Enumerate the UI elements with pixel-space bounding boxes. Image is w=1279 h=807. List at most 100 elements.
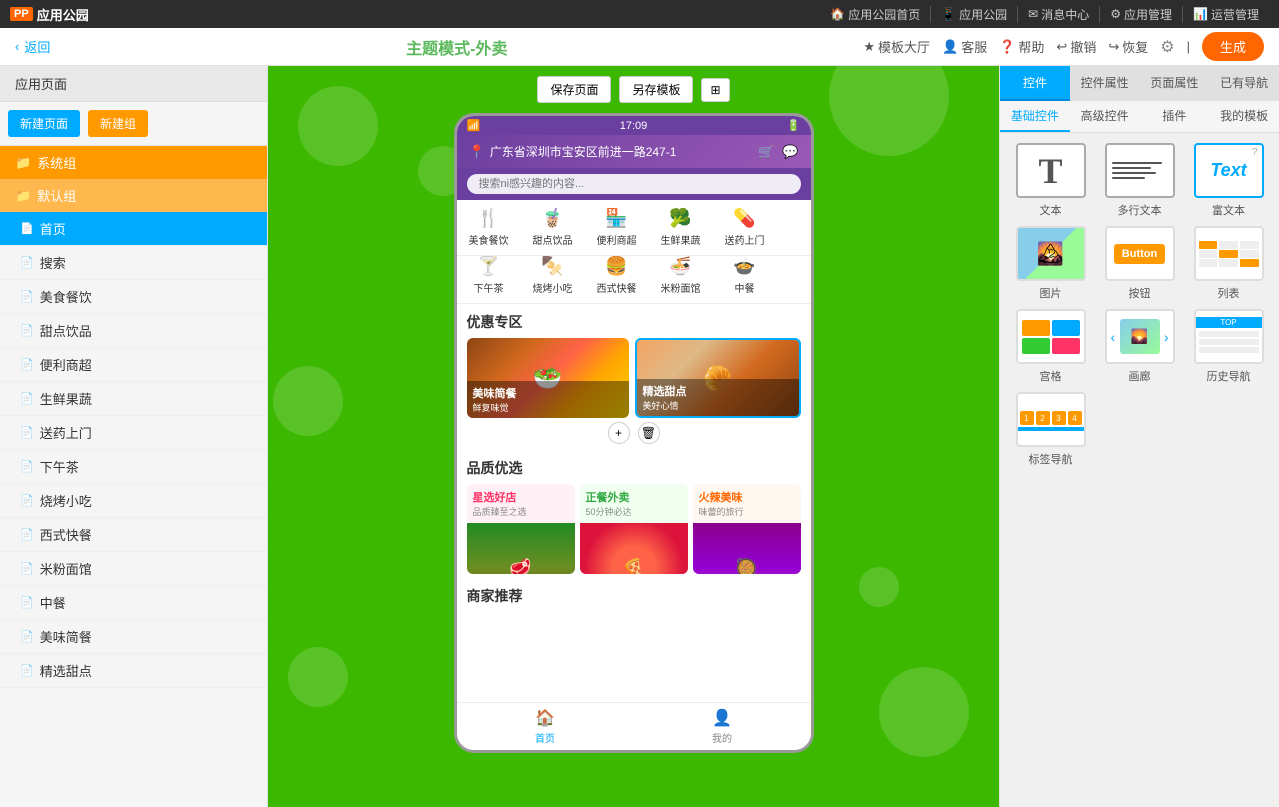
bottom-nav-home[interactable]: 🏠 首页 <box>457 708 634 745</box>
quality-card-1[interactable]: 星选好店 品质臻至之选 🥩 <box>467 484 575 574</box>
back-button[interactable]: ‹ 返回 <box>15 37 50 56</box>
promo-title: 优惠专区 <box>467 312 801 332</box>
sidebar-item-medicine[interactable]: 📄 送药上门 <box>0 416 267 450</box>
sidebar-item-sweet[interactable]: 📄 精选甜点 <box>0 654 267 688</box>
cat-western[interactable]: 🍔 西式快餐 <box>585 256 649 295</box>
grid-toggle-button[interactable]: ⊞ <box>701 78 729 102</box>
cat-bbq[interactable]: 🍢 烧烤小吃 <box>521 256 585 295</box>
signal-icon: 📶 <box>467 119 481 132</box>
cat-medicine[interactable]: 💊 送药上门 <box>713 208 777 247</box>
control-button[interactable]: Button 按钮 <box>1099 226 1180 301</box>
sidebar-item-bbq[interactable]: 📄 烧烤小吃 <box>0 484 267 518</box>
promo-card-2-overlay: 精选甜点 美好心情 <box>637 379 799 416</box>
save-as-template-button[interactable]: 另存模板 <box>619 76 693 103</box>
phone-bottom-nav: 🏠 首页 👤 我的 <box>457 702 811 750</box>
system-group[interactable]: 📁 系统组 <box>0 146 267 179</box>
button-control-icon: Button <box>1105 226 1175 281</box>
subtab-my-templates[interactable]: 我的模板 <box>1209 101 1279 132</box>
undo-btn[interactable]: ↩ 撤销 <box>1056 37 1096 56</box>
sidebar-item-fresh[interactable]: 📄 生鲜果蔬 <box>0 382 267 416</box>
nav-apps-manage[interactable]: ⚙ 应用管理 <box>1100 6 1183 23</box>
tab-controls[interactable]: 控件 <box>1000 66 1070 101</box>
control-text[interactable]: T 文本 <box>1010 143 1091 218</box>
cat-fresh[interactable]: 🥦 生鲜果蔬 <box>649 208 713 247</box>
food-icon: 🍴 <box>477 208 499 229</box>
default-group[interactable]: 📁 默认组 <box>0 179 267 212</box>
sidebar-item-western[interactable]: 📄 西式快餐 <box>0 518 267 552</box>
chinese-icon: 🍲 <box>733 256 755 277</box>
cat-dessert[interactable]: 🧋 甜点饮品 <box>521 208 585 247</box>
category-row-2: 🍸 下午茶 🍢 烧烤小吃 🍔 西式快餐 🍜 米粉面馆 <box>457 256 811 304</box>
cat-afternoon-tea[interactable]: 🍸 下午茶 <box>457 256 521 295</box>
control-image[interactable]: 🌄 图片 <box>1010 226 1091 301</box>
tab-nav[interactable]: 已有导航 <box>1209 66 1279 101</box>
phone-search-area <box>457 168 811 200</box>
nav-app[interactable]: 📱 应用公园 <box>931 6 1018 23</box>
gallery-control-label: 画廊 <box>1129 368 1151 384</box>
cat-food[interactable]: 🍴 美食餐饮 <box>457 208 521 247</box>
control-tabnav[interactable]: 1 2 3 4 标签导航 <box>1010 392 1091 467</box>
sidebar-item-light-meal[interactable]: 📄 美味简餐 <box>0 620 267 654</box>
sidebar-item-noodles[interactable]: 📄 米粉面馆 <box>0 552 267 586</box>
sidebar-item-afternoon-tea[interactable]: 📄 下午茶 <box>0 450 267 484</box>
settings-icon[interactable]: ⚙ <box>1160 37 1174 57</box>
tab-control-props[interactable]: 控件属性 <box>1070 66 1140 101</box>
cat-convenience[interactable]: 🏪 便利商超 <box>585 208 649 247</box>
subtab-basic[interactable]: 基础控件 <box>1000 101 1070 132</box>
quality-grid: 星选好店 品质臻至之选 🥩 正餐外卖 50分钟必达 🍕 <box>467 484 801 574</box>
nav-message[interactable]: ✉ 消息中心 <box>1018 6 1100 23</box>
sidebar-item-food[interactable]: 📄 美食餐饮 <box>0 280 267 314</box>
tab-page-props[interactable]: 页面属性 <box>1140 66 1210 101</box>
sidebar-item-convenience[interactable]: 📄 便利商超 <box>0 348 267 382</box>
control-gallery[interactable]: ‹ 🌄 › 画廊 <box>1099 309 1180 384</box>
sidebar-item-chinese[interactable]: 📄 中餐 <box>0 586 267 620</box>
center-canvas: 保存页面 另存模板 ⊞ 📶 17:09 🔋 📍 广东省深圳市宝安区前进一路247… <box>268 66 999 807</box>
cat-chinese[interactable]: 🍲 中餐 <box>713 256 777 295</box>
promo-delete-btn[interactable]: 🗑 <box>638 422 660 444</box>
subtab-plugins[interactable]: 插件 <box>1140 101 1210 132</box>
store-icon: 🏪 <box>605 208 627 229</box>
help-btn[interactable]: ❓ 帮助 <box>999 37 1044 56</box>
control-grid[interactable]: 宫格 <box>1010 309 1091 384</box>
control-richtext[interactable]: Text ? 富文本 <box>1188 143 1269 218</box>
sidebar-item-search[interactable]: 📄 搜索 <box>0 246 267 280</box>
richtext-control-label: 富文本 <box>1212 202 1245 218</box>
new-group-button[interactable]: 新建组 <box>88 110 148 137</box>
multitext-control-label: 多行文本 <box>1118 202 1162 218</box>
customer-service-btn[interactable]: 👤 客服 <box>942 37 987 56</box>
nav-home[interactable]: 🏠 应用公园首页 <box>820 6 931 23</box>
promo-add-btn[interactable]: + <box>608 422 630 444</box>
battery-icon: 🔋 <box>787 119 801 132</box>
control-history[interactable]: TOP 历史导航 <box>1188 309 1269 384</box>
promo-grid: 🥗 美味简餐 鲜复味觉 🥐 精选甜点 美好心情 <box>467 338 801 418</box>
generate-button[interactable]: 生成 <box>1202 32 1264 61</box>
bottom-nav-mine[interactable]: 👤 我的 <box>634 708 811 745</box>
subtab-advanced[interactable]: 高级控件 <box>1070 101 1140 132</box>
nav-ops[interactable]: 📊 运营管理 <box>1183 6 1269 23</box>
location-icon: 📍 <box>469 144 485 160</box>
sidebar-list: 📁 系统组 📁 默认组 📄 首页 📄 搜索 📄 美食餐饮 📄 甜点饮品 <box>0 146 267 807</box>
quality-card-3[interactable]: 火辣美味 味蕾的旅行 🥘 <box>693 484 801 574</box>
quality-card-2[interactable]: 正餐外卖 50分钟必达 🍕 <box>580 484 688 574</box>
save-page-button[interactable]: 保存页面 <box>537 76 611 103</box>
sidebar-item-homepage[interactable]: 📄 首页 <box>0 212 267 246</box>
sidebar-item-dessert[interactable]: 📄 甜点饮品 <box>0 314 267 348</box>
promo-section: 优惠专区 🥗 美味简餐 鲜复味觉 🥐 精选甜点 <box>457 304 811 452</box>
medicine-icon: 💊 <box>733 208 755 229</box>
redo-btn[interactable]: ↪ 恢复 <box>1108 37 1148 56</box>
new-page-button[interactable]: 新建页面 <box>8 110 80 137</box>
phone-search-input[interactable] <box>467 174 801 194</box>
promo-card-1[interactable]: 🥗 美味简餐 鲜复味觉 <box>467 338 629 418</box>
template-hall-btn[interactable]: ★ 模板大厅 <box>863 37 930 56</box>
canvas-toolbar: 保存页面 另存模板 ⊞ <box>537 76 729 103</box>
page-title: 主题模式-外卖 <box>406 35 507 59</box>
phone-time: 17:09 <box>620 120 648 132</box>
tabnav-control-icon: 1 2 3 4 <box>1016 392 1086 447</box>
chat-icon: 💬 <box>782 144 798 160</box>
control-list[interactable]: 列表 <box>1188 226 1269 301</box>
multitext-control-icon <box>1105 143 1175 198</box>
control-multitext[interactable]: 多行文本 <box>1099 143 1180 218</box>
veggie-icon: 🥦 <box>669 208 691 229</box>
promo-card-2[interactable]: 🥐 精选甜点 美好心情 <box>635 338 801 418</box>
cat-noodles[interactable]: 🍜 米粉面馆 <box>649 256 713 295</box>
